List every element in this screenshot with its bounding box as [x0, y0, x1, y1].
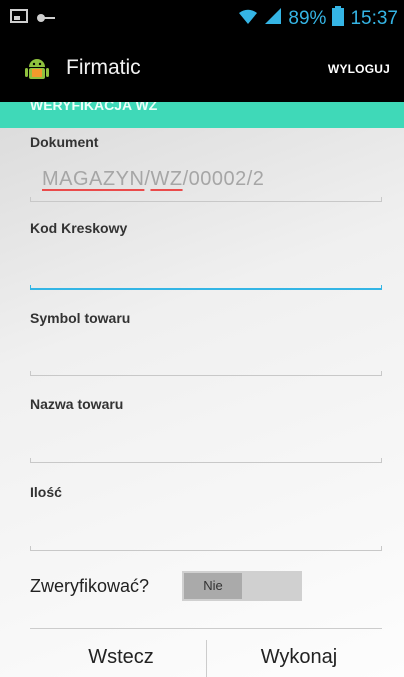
document-value: MAGAZYN/WZ/00002/2	[42, 168, 265, 190]
back-button[interactable]: Wstecz	[36, 646, 206, 669]
status-bar: 89% 15:37	[0, 0, 404, 36]
verify-label: Zweryfikować?	[30, 576, 150, 596]
button-divider	[206, 640, 207, 677]
signal-icon	[264, 7, 282, 31]
action-bar: Firmatic WYLOGUJ	[0, 36, 404, 102]
execute-button[interactable]: Wykonaj	[214, 646, 384, 669]
wifi-icon	[238, 7, 258, 31]
barcode-label: Kod Kreskowy	[30, 220, 128, 236]
section-title: WERYFIKACJA WZ	[30, 102, 158, 113]
key-icon	[36, 8, 56, 30]
app-title: Firmatic	[66, 56, 141, 79]
name-input[interactable]	[30, 425, 382, 463]
symbol-input[interactable]	[30, 338, 382, 376]
divider	[30, 628, 382, 629]
symbol-label: Symbol towaru	[30, 310, 131, 326]
clock: 15:37	[350, 8, 398, 29]
section-header: WERYFIKACJA WZ	[0, 102, 404, 128]
document-label: Dokument	[30, 134, 99, 150]
battery-icon	[332, 6, 345, 32]
screenshot-icon	[10, 8, 28, 30]
name-label: Nazwa towaru	[30, 396, 124, 412]
barcode-input[interactable]	[30, 252, 382, 290]
document-field[interactable]: MAGAZYN/WZ/00002/2	[30, 164, 382, 202]
quantity-input[interactable]	[30, 513, 382, 551]
verify-toggle[interactable]: Nie	[182, 571, 302, 601]
battery-percent: 89%	[288, 8, 327, 29]
quantity-label: Ilość	[30, 484, 62, 500]
verify-toggle-state: Nie	[184, 573, 242, 599]
logout-button[interactable]: WYLOGUJ	[328, 62, 390, 76]
android-icon[interactable]	[22, 54, 52, 84]
